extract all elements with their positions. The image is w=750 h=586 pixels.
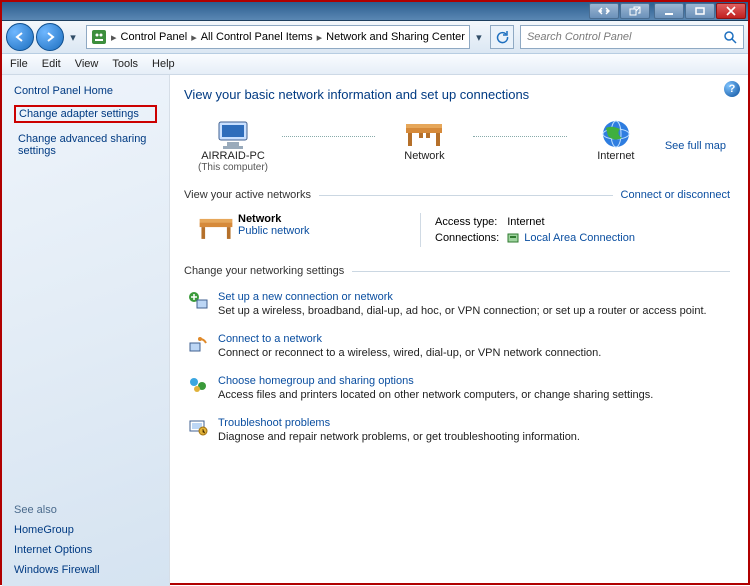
node-network-name: Network (404, 150, 444, 162)
control-panel-home-link[interactable]: Control Panel Home (14, 85, 157, 97)
see-also-homegroup[interactable]: HomeGroup (14, 524, 157, 536)
change-settings-header: Change your networking settings (184, 265, 344, 277)
titlebar-undock-button[interactable] (620, 3, 650, 19)
node-computer-name: AIRRAID-PC (201, 150, 265, 162)
task-desc: Connect or reconnect to a wireless, wire… (218, 347, 601, 359)
maximize-button[interactable] (685, 3, 715, 19)
active-network-block: Network Public network Access type: Inte… (184, 207, 730, 259)
see-full-map-link[interactable]: See full map (665, 140, 726, 152)
search-input[interactable]: Search Control Panel (520, 25, 744, 49)
titlebar-drag-button[interactable] (589, 3, 619, 19)
map-connector (282, 136, 375, 137)
sidebar-task-advanced-sharing[interactable]: Change advanced sharing settings (14, 131, 157, 159)
task-new-connection[interactable]: Set up a new connection or network Set u… (184, 283, 730, 325)
breadcrumb-item[interactable]: All Control Panel Items (201, 31, 313, 43)
sidebar-task-change-adapter[interactable]: Change adapter settings (14, 105, 157, 123)
node-computer-sub: (This computer) (198, 162, 268, 173)
divider (319, 195, 613, 196)
node-internet-name: Internet (597, 150, 634, 162)
sidebar: Control Panel Home Change adapter settin… (2, 75, 170, 586)
active-network-details: Access type: Internet Connections: Local… (433, 213, 643, 247)
task-title: Connect to a network (218, 333, 601, 345)
computer-icon (213, 118, 253, 150)
menu-bar: File Edit View Tools Help (2, 54, 748, 75)
task-title: Troubleshoot problems (218, 417, 580, 429)
bench-icon (402, 118, 446, 150)
content-pane: ? View your basic network information an… (170, 75, 748, 586)
back-button[interactable] (6, 23, 34, 51)
breadcrumb-item[interactable]: Control Panel (121, 31, 188, 43)
new-connection-icon (188, 291, 208, 311)
see-also-windows-firewall[interactable]: Windows Firewall (14, 564, 157, 576)
refresh-button[interactable] (490, 25, 514, 49)
menu-help[interactable]: Help (152, 58, 175, 70)
globe-icon (598, 118, 634, 150)
menu-edit[interactable]: Edit (42, 58, 61, 70)
node-this-computer[interactable]: AIRRAID-PC (This computer) (188, 118, 278, 173)
divider (352, 271, 730, 272)
active-networks-header: View your active networks (184, 189, 311, 201)
task-homegroup[interactable]: Choose homegroup and sharing options Acc… (184, 367, 730, 409)
forward-button[interactable] (36, 23, 64, 51)
access-type-label: Access type: (435, 215, 505, 229)
address-dropdown-icon[interactable]: ▾ (472, 31, 486, 44)
access-type-value: Internet (507, 215, 641, 229)
search-placeholder: Search Control Panel (527, 31, 632, 43)
task-title: Choose homegroup and sharing options (218, 375, 653, 387)
help-icon[interactable]: ? (724, 81, 740, 97)
homegroup-icon (188, 375, 208, 395)
active-network-name: Network (238, 213, 408, 225)
chevron-right-icon[interactable]: ▸ (111, 31, 117, 44)
connect-disconnect-link[interactable]: Connect or disconnect (621, 189, 730, 201)
node-internet[interactable]: Internet (571, 118, 661, 173)
menu-file[interactable]: File (10, 58, 28, 70)
menu-tools[interactable]: Tools (112, 58, 138, 70)
see-also-internet-options[interactable]: Internet Options (14, 544, 157, 556)
chevron-right-icon[interactable]: ▸ (191, 31, 197, 44)
chevron-right-icon[interactable]: ▸ (317, 31, 323, 44)
task-connect-network[interactable]: Connect to a network Connect or reconnec… (184, 325, 730, 367)
task-troubleshoot[interactable]: Troubleshoot problems Diagnose and repai… (184, 409, 730, 451)
task-desc: Set up a wireless, broadband, dial-up, a… (218, 305, 707, 317)
see-also-header: See also (14, 504, 157, 516)
search-icon[interactable] (723, 30, 737, 44)
connection-link[interactable]: Local Area Connection (524, 232, 635, 244)
page-title: View your basic network information and … (184, 87, 730, 102)
map-connector (473, 136, 566, 137)
network-map: AIRRAID-PC (This computer) Network Inter… (184, 118, 730, 183)
nic-icon (507, 232, 519, 244)
address-bar: ▾ ▸ Control Panel ▸ All Control Panel It… (2, 21, 748, 54)
troubleshoot-icon (188, 417, 208, 437)
breadcrumb-item[interactable]: Network and Sharing Center (326, 31, 465, 43)
close-button[interactable] (716, 3, 746, 19)
node-network[interactable]: Network (379, 118, 469, 173)
bench-icon (196, 213, 236, 243)
task-title: Set up a new connection or network (218, 291, 707, 303)
connect-icon (188, 333, 208, 353)
control-panel-icon (91, 29, 107, 45)
task-desc: Access files and printers located on oth… (218, 389, 653, 401)
connections-label: Connections: (435, 231, 505, 245)
minimize-button[interactable] (654, 3, 684, 19)
active-network-type-link[interactable]: Public network (238, 225, 408, 237)
task-desc: Diagnose and repair network problems, or… (218, 431, 580, 443)
history-dropdown-icon[interactable]: ▾ (66, 31, 80, 44)
divider (420, 213, 421, 247)
window-titlebar (2, 2, 748, 21)
breadcrumb[interactable]: ▸ Control Panel ▸ All Control Panel Item… (86, 25, 470, 49)
menu-view[interactable]: View (75, 58, 99, 70)
